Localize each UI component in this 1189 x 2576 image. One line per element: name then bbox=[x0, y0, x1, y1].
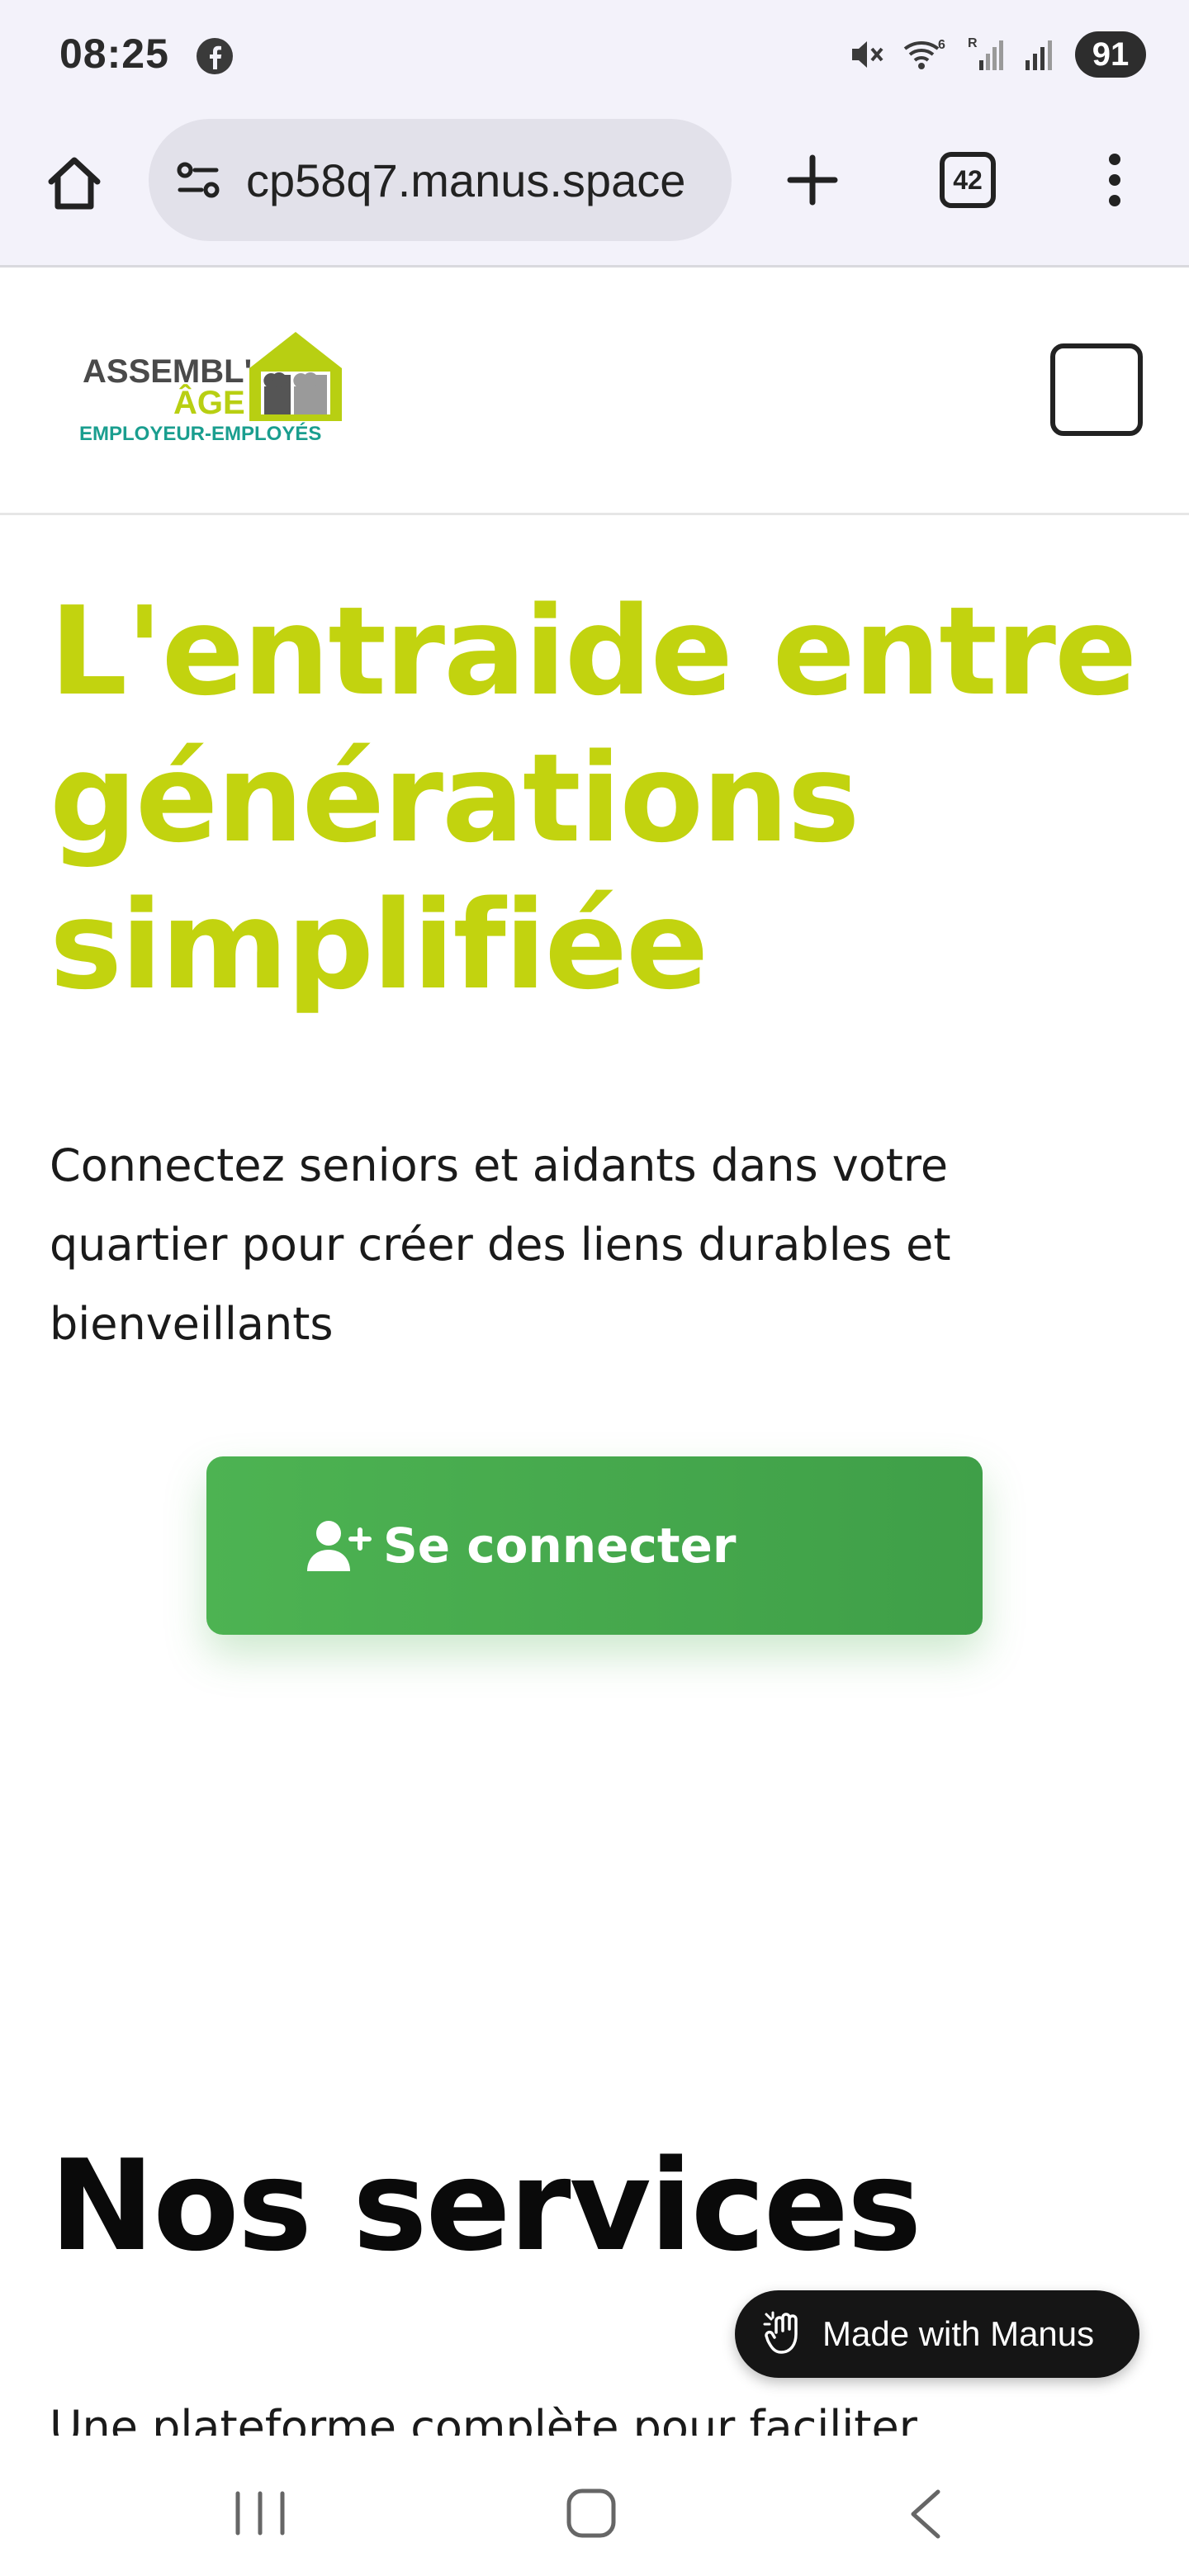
wifi-icon: 6 bbox=[903, 38, 945, 69]
hero-title: L'entraide entre générations simplifiée bbox=[50, 580, 1137, 1016]
hero-subtitle: Connectez seniors et aidants dans votre … bbox=[50, 1139, 951, 1350]
mute-icon bbox=[852, 41, 883, 68]
manus-hand-icon bbox=[763, 2311, 798, 2354]
site-logo[interactable]: ASSEMBL' ÂGE EMPLOYEUR-EMPLOYÉS bbox=[76, 329, 348, 452]
status-icons: 6 R 91 bbox=[846, 31, 1146, 78]
recent-apps-button[interactable] bbox=[231, 2488, 289, 2538]
tab-switcher-button[interactable]: 42 bbox=[940, 152, 996, 208]
svg-text:6: 6 bbox=[938, 38, 945, 52]
login-button[interactable]: Se connecter bbox=[206, 1456, 983, 1635]
svg-text:R: R bbox=[968, 36, 978, 50]
battery-indicator: 91 bbox=[1075, 31, 1146, 78]
logo-house-icon bbox=[249, 332, 342, 421]
more-menu-button[interactable] bbox=[1090, 147, 1139, 213]
menu-dot bbox=[1109, 174, 1120, 186]
back-nav-button[interactable] bbox=[905, 2487, 945, 2541]
url-text: cp58q7.manus.space bbox=[246, 154, 686, 206]
logo-tagline: EMPLOYEUR-EMPLOYÉS bbox=[79, 423, 322, 445]
home-icon bbox=[48, 157, 101, 210]
browser-toolbar: cp58q7.manus.space 42 bbox=[0, 112, 1189, 268]
address-bar[interactable]: cp58q7.manus.space bbox=[149, 119, 732, 241]
system-nav-bar bbox=[0, 2446, 1189, 2576]
made-with-manus-label: Made with Manus bbox=[822, 2314, 1095, 2353]
menu-dot bbox=[1109, 195, 1120, 206]
signal-icon: R bbox=[968, 36, 1003, 70]
site-header: ASSEMBL' ÂGE EMPLOYEUR-EMPLOYÉS bbox=[0, 269, 1189, 515]
site-settings-icon[interactable] bbox=[173, 155, 223, 205]
plus-icon bbox=[787, 154, 838, 206]
status-bar: 08:25 6 R 91 bbox=[0, 0, 1189, 112]
login-button-label: Se connecter bbox=[383, 1518, 737, 1574]
facebook-icon bbox=[197, 38, 233, 74]
status-time: 08:25 bbox=[59, 31, 169, 77]
services-title: Nos services bbox=[50, 2133, 921, 2279]
new-tab-button[interactable] bbox=[779, 147, 846, 213]
services-subtitle: Une plateforme complète pour faciliter bbox=[50, 2401, 917, 2436]
user-plus-icon bbox=[307, 1521, 372, 1571]
home-button[interactable] bbox=[40, 149, 109, 218]
home-nav-button[interactable] bbox=[565, 2487, 618, 2540]
menu-dot bbox=[1109, 154, 1120, 165]
signal-icon bbox=[1026, 40, 1052, 70]
logo-text-age: ÂGE bbox=[173, 385, 245, 421]
made-with-manus-badge[interactable]: Made with Manus bbox=[735, 2290, 1139, 2378]
menu-toggle-button[interactable] bbox=[1050, 343, 1143, 436]
